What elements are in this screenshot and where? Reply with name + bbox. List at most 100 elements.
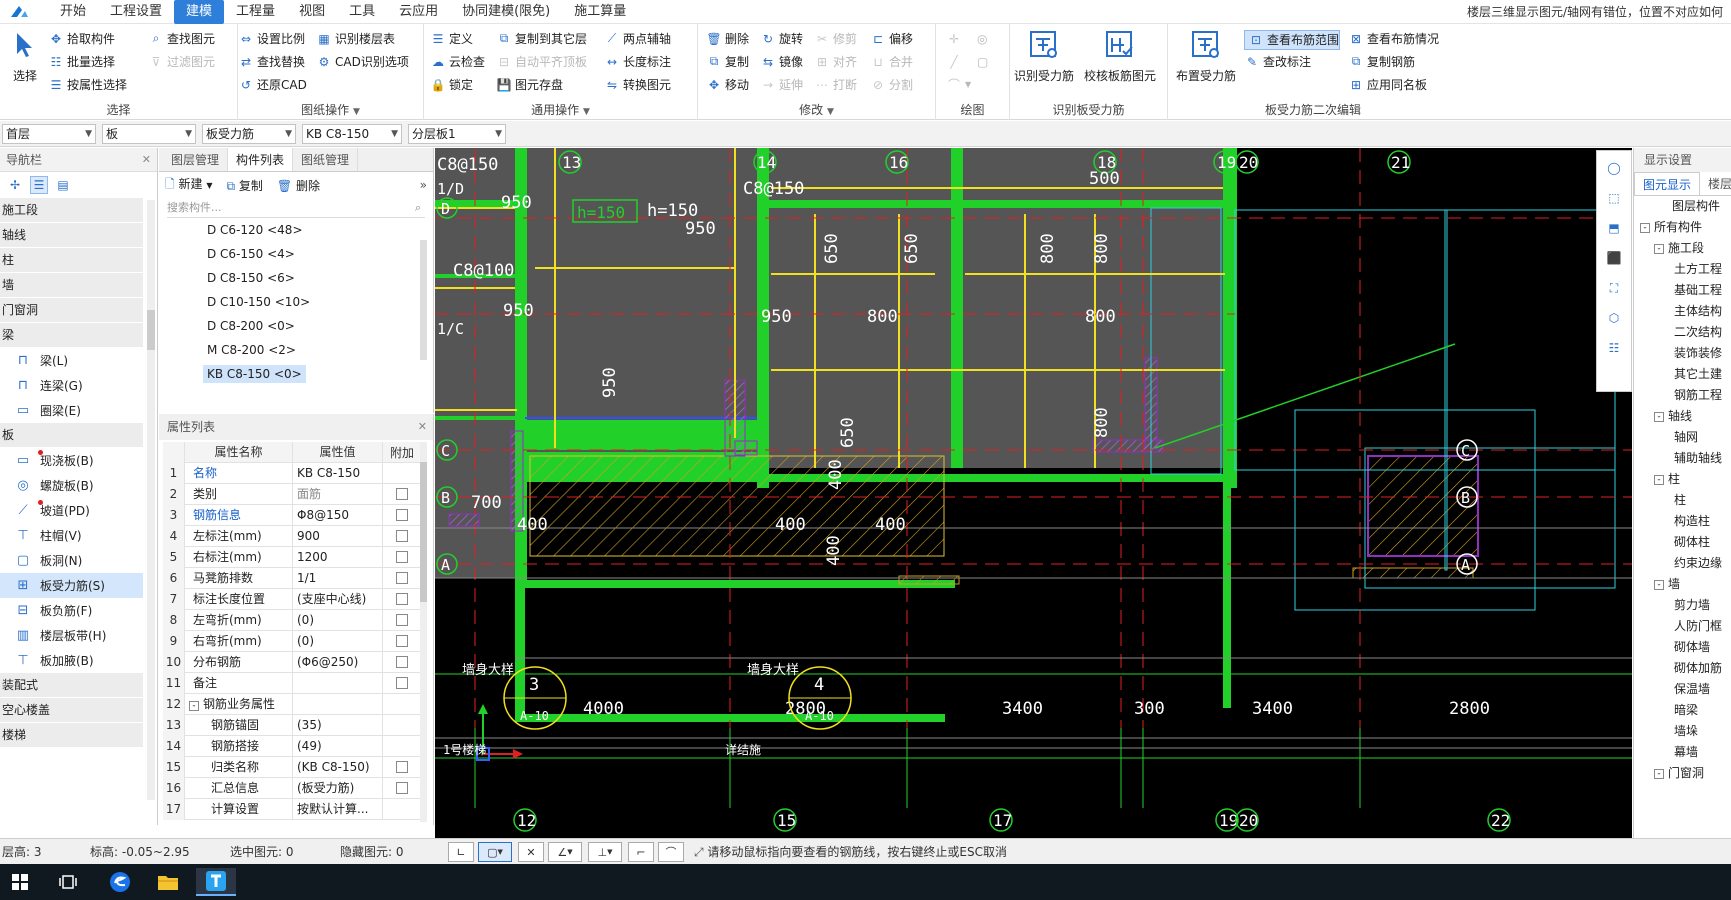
collapse-icon[interactable]: - bbox=[1640, 222, 1650, 233]
extra-checkbox[interactable] bbox=[396, 509, 408, 521]
ribbon-btn-drw-col1-0[interactable]: ⇔ 设置比例 bbox=[238, 27, 307, 50]
recognize-rebar-button[interactable]: 识别受力筋 bbox=[1014, 28, 1074, 84]
nav-beam-item-0[interactable]: ⊓ 梁(L) bbox=[0, 348, 143, 373]
detail-view-icon[interactable]: ▤ bbox=[54, 176, 72, 194]
component-list-item[interactable]: D C6-150 <4> bbox=[159, 242, 433, 266]
property-value[interactable]: Φ8@150 bbox=[293, 504, 383, 526]
ribbon-btn-sel-col1-1[interactable]: ☷ 批量选择 bbox=[48, 50, 127, 73]
ribbon-btn-mod-col3-0[interactable]: ✂ 修剪 bbox=[814, 27, 857, 50]
gtj-app-taskbar-icon[interactable] bbox=[196, 868, 236, 896]
nav-category-tail-0[interactable]: 装配式 bbox=[0, 673, 143, 698]
display-tree-item[interactable]: 装饰装修 bbox=[1634, 343, 1731, 364]
angle-toggle[interactable]: ∠ ▼ bbox=[548, 842, 582, 862]
ribbon-btn-mod-col4-1[interactable]: ⊔ 合并 bbox=[870, 50, 913, 73]
extra-checkbox[interactable] bbox=[396, 551, 408, 563]
ribbon-btn-mod-col4-2[interactable]: ⊘ 分割 bbox=[870, 73, 913, 96]
nav-slab-item-7[interactable]: ▥ 楼层板带(H) bbox=[0, 623, 143, 648]
property-row[interactable]: 9 右弯折(mm) (0) bbox=[163, 630, 421, 652]
display-tree-item[interactable]: - 施工段 bbox=[1634, 238, 1731, 259]
display-tree-item[interactable]: 辅助轴线 bbox=[1634, 448, 1731, 469]
collapse-icon[interactable]: - bbox=[1654, 411, 1664, 422]
ribbon-btn-mod-col3-2[interactable]: ⋯ 打断 bbox=[814, 73, 857, 96]
arc-draw-button[interactable]: ⌒ ▼ bbox=[946, 73, 988, 96]
component-tab-0[interactable]: 图层管理 bbox=[163, 148, 229, 171]
component-search-input[interactable]: 搜索构件... ⌕ bbox=[167, 198, 425, 218]
ribbon-btn-sel-col2-0[interactable]: ⌕ 查找图元 bbox=[148, 27, 215, 50]
ribbon-btn-gen-col2-1[interactable]: ⊟ 自动平齐顶板 bbox=[496, 50, 587, 73]
display-tree-item[interactable]: -墙 bbox=[1634, 574, 1731, 595]
copy-button[interactable]: ⧉ 复制 bbox=[226, 177, 262, 194]
display-tree-item[interactable]: 砌体加筋 bbox=[1634, 658, 1731, 679]
display-tree-item[interactable]: 轴网 bbox=[1634, 427, 1731, 448]
cross-toggle[interactable]: ✕ bbox=[518, 842, 544, 862]
delete-button[interactable]: 🗑 删除 bbox=[277, 177, 320, 194]
ribbon-btn-drw-col2-0[interactable]: ▦ 识别楼层表 bbox=[316, 27, 409, 50]
display-tree-item[interactable]: 砌体墙 bbox=[1634, 637, 1731, 658]
display-tree-item[interactable]: 钢筋工程 bbox=[1634, 385, 1731, 406]
ribbon-btn-drw-col1-2[interactable]: ↺ 还原CAD bbox=[238, 73, 307, 96]
close-properties-icon[interactable]: ✕ bbox=[418, 414, 427, 440]
menu-item-1[interactable]: 工程设置 bbox=[98, 0, 174, 24]
extra-checkbox[interactable] bbox=[396, 614, 408, 626]
display-tree-item[interactable]: 土方工程 bbox=[1634, 259, 1731, 280]
ribbon-btn-ed-col1-1[interactable]: ✎ 查改标注 bbox=[1244, 50, 1311, 73]
nav-category-5[interactable]: 梁 bbox=[0, 323, 143, 348]
ribbon-btn-sel-col1-0[interactable]: ✥ 拾取构件 bbox=[48, 27, 127, 50]
nav-slab-item-6[interactable]: ⊟ 板负筋(F) bbox=[0, 598, 143, 623]
extra-checkbox[interactable] bbox=[396, 761, 408, 773]
ribbon-btn-mod-col2-2[interactable]: → 延伸 bbox=[760, 73, 803, 96]
ribbon-btn-mod-col2-1[interactable]: ⇆ 镜像 bbox=[760, 50, 803, 73]
property-row[interactable]: 5 右标注(mm) 1200 bbox=[163, 546, 421, 568]
component-list-item[interactable]: D C8-200 <0> bbox=[159, 314, 433, 338]
menu-item-2[interactable]: 建模 bbox=[174, 0, 225, 24]
property-value[interactable]: (0) bbox=[293, 630, 383, 652]
display-tree-item[interactable]: 砌体柱 bbox=[1634, 532, 1731, 553]
file-explorer-icon[interactable] bbox=[148, 868, 188, 896]
menu-item-6[interactable]: 云应用 bbox=[387, 0, 450, 24]
property-row[interactable]: 8 左弯折(mm) (0) bbox=[163, 609, 421, 631]
collapse-icon[interactable]: - bbox=[1654, 474, 1664, 485]
point-draw-button[interactable]: ✛ ◎ bbox=[946, 27, 988, 50]
display-tree-item[interactable]: 其它土建 bbox=[1634, 364, 1731, 385]
property-value[interactable]: 面筋 bbox=[293, 483, 383, 505]
nav-scrollbar[interactable] bbox=[147, 200, 155, 800]
property-value[interactable]: (KB C8-150) bbox=[293, 756, 383, 778]
component-list-item[interactable]: D C8-150 <6> bbox=[159, 266, 433, 290]
task-view-icon[interactable] bbox=[48, 868, 88, 896]
property-value[interactable]: (支座中心线) bbox=[293, 588, 383, 610]
property-value[interactable]: (49) bbox=[293, 735, 383, 757]
list-view-icon[interactable]: ☰ bbox=[30, 176, 48, 194]
menu-item-8[interactable]: 施工算量 bbox=[562, 0, 638, 24]
display-tree-item[interactable]: 约束边缘 bbox=[1634, 553, 1731, 574]
property-row[interactable]: 17 计算设置 按默认计算... bbox=[163, 798, 421, 820]
type-select[interactable]: 板受力筋 ▼ bbox=[202, 124, 296, 144]
menu-item-0[interactable]: 开始 bbox=[48, 0, 98, 24]
property-row[interactable]: 14 钢筋搭接 (49) bbox=[163, 735, 421, 757]
display-tree-item[interactable]: 人防门框 bbox=[1634, 616, 1731, 637]
select-button[interactable]: 选择 bbox=[10, 28, 40, 84]
collapse-icon[interactable]: - bbox=[189, 700, 199, 711]
zoom-extent-icon[interactable]: ⛶ bbox=[1603, 279, 1625, 297]
orbit-icon[interactable]: ◯ bbox=[1603, 159, 1625, 177]
nav-slab-item-4[interactable]: ▢ 板洞(N) bbox=[0, 548, 143, 573]
component-scrollbar[interactable] bbox=[420, 240, 427, 360]
property-row[interactable]: 4 左标注(mm) 900 bbox=[163, 525, 421, 547]
ribbon-btn-ed-col2-0[interactable]: ⊠ 查看布筋情况 bbox=[1348, 27, 1439, 50]
ribbon-btn-mod-col1-1[interactable]: ⧉ 复制 bbox=[706, 50, 749, 73]
extra-checkbox[interactable] bbox=[396, 635, 408, 647]
property-value[interactable]: 900 bbox=[293, 525, 383, 547]
nav-slab-item-0[interactable]: ▭ 现浇板(B) bbox=[0, 448, 143, 473]
menu-item-5[interactable]: 工具 bbox=[337, 0, 387, 24]
check-slab-rebar-button[interactable]: 校核板筋图元 bbox=[1084, 28, 1156, 84]
cad-canvas[interactable]: 13 14 16 18 19 20 21 12 15 17 19 20 22 D C B A 1/D 1/C C B A 4… bbox=[435, 148, 1632, 838]
extra-checkbox[interactable] bbox=[396, 782, 408, 794]
nav-category-4[interactable]: 门窗洞 bbox=[0, 298, 143, 323]
line-draw-button[interactable]: ╱ ▢ bbox=[946, 50, 988, 73]
component-select[interactable]: KB C8-150 ▼ bbox=[302, 124, 402, 144]
menu-item-3[interactable]: 工程量 bbox=[224, 0, 287, 24]
display-tree-item[interactable]: 柱 bbox=[1634, 490, 1731, 511]
nav-slab-item-8[interactable]: ⊤ 板加腋(B) bbox=[0, 648, 143, 673]
new-button[interactable]: 🗋 新建 ▼ bbox=[165, 175, 212, 196]
component-list-item[interactable]: D C10-150 <10> bbox=[159, 290, 433, 314]
ribbon-btn-sel-col1-2[interactable]: ☰ 按属性选择 bbox=[48, 73, 127, 96]
